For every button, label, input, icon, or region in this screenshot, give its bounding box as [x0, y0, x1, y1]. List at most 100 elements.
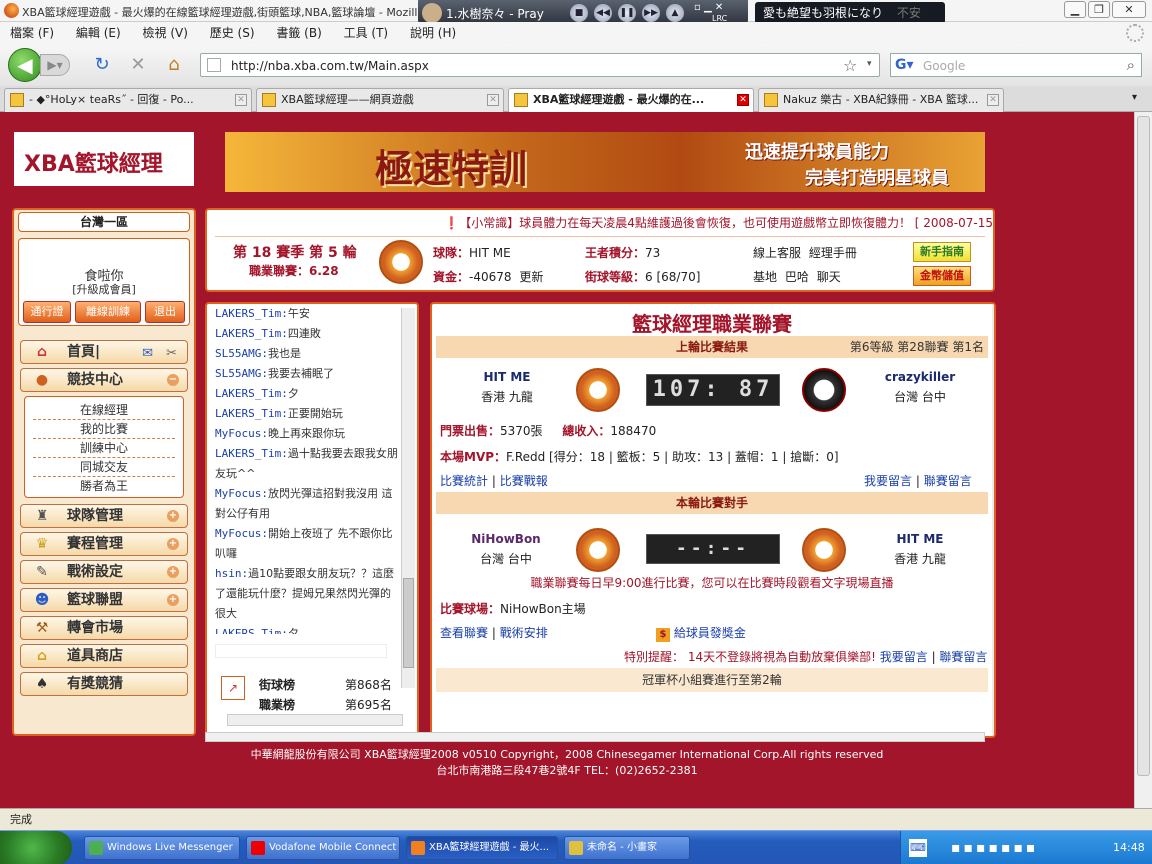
tools-icon[interactable]: ✂	[166, 343, 177, 365]
logout-button[interactable]: 退出	[145, 301, 185, 323]
tab-3-active[interactable]: XBA籃球經理遊戲 - 最火爆的在... ✕	[508, 88, 754, 113]
bookmark-star-icon[interactable]: ☆	[843, 56, 857, 75]
menu-file[interactable]: 檔案 (F)	[10, 22, 54, 44]
menu-help[interactable]: 說明 (H)	[410, 22, 456, 44]
menu-item-shop[interactable]: ⌂ 道具商店	[20, 644, 188, 668]
minimize-button[interactable]: ▁	[1064, 1, 1086, 18]
player-window-controls[interactable]: ▫ ▁ ✕	[694, 2, 723, 13]
menu-arena[interactable]: ● 競技中心 −	[20, 368, 188, 392]
chat-user[interactable]: LAKERS_Tim:	[215, 447, 288, 460]
pause-button[interactable]: ❚❚	[618, 4, 636, 22]
expand-icon[interactable]: +	[167, 510, 179, 522]
close-button[interactable]: ✕	[1112, 1, 1146, 18]
view-league-link[interactable]: 查看聯賽	[440, 626, 488, 640]
upgrade-member-link[interactable]: [升級成會員]	[19, 281, 189, 297]
submenu-my-matches[interactable]: 我的比賽	[33, 420, 175, 439]
taskbar-paint[interactable]: 未命名 - 小畫家	[564, 836, 690, 860]
chat-user[interactable]: MyFocus:	[215, 427, 268, 440]
bonus-link[interactable]: 給球員發獎金	[674, 626, 746, 640]
search-icon[interactable]: ⌕	[1127, 56, 1135, 74]
street-rank-label[interactable]: 街球榜	[259, 676, 295, 693]
submenu-local-friends[interactable]: 同城交友	[33, 458, 175, 477]
page-horizontal-scrollbar[interactable]	[205, 732, 985, 742]
chat-scroll-thumb[interactable]	[403, 578, 414, 668]
mail-icon[interactable]: ✉	[142, 343, 153, 365]
taskbar-vodafone[interactable]: Vodafone Mobile Connect ...	[246, 836, 400, 860]
page-scrollbar[interactable]	[1134, 112, 1152, 808]
warning-leave-message-link[interactable]: 我要留言	[880, 650, 928, 664]
menu-history[interactable]: 歷史 (S)	[210, 22, 255, 44]
chat-scrollbar[interactable]	[401, 308, 415, 688]
tray-icons[interactable]: ▪▪▪▪▪▪▪	[951, 840, 1038, 856]
top-up-button[interactable]: 金幣儲值	[913, 266, 971, 286]
base-link[interactable]: 基地	[753, 270, 777, 284]
menu-view[interactable]: 檢視 (V)	[143, 22, 188, 44]
tab-close-icon[interactable]: ✕	[987, 94, 999, 106]
offline-training-button[interactable]: 離線訓練	[75, 301, 141, 323]
menu-home[interactable]: ⌂ 首頁| ✉ ✂	[20, 340, 188, 364]
menu-bookmarks[interactable]: 書籤 (B)	[276, 22, 321, 44]
taskbar-messenger[interactable]: Windows Live Messenger	[84, 836, 240, 860]
expand-icon[interactable]: +	[167, 594, 179, 606]
reload-icon[interactable]: ↻	[92, 55, 112, 75]
chat-user[interactable]: LAKERS_Tim:	[215, 387, 288, 400]
menu-team-management[interactable]: ♜ 球隊管理 +	[20, 504, 188, 528]
tab-close-icon[interactable]: ✕	[235, 94, 247, 106]
home-team-name[interactable]: HIT ME	[472, 370, 542, 384]
next-away-team-name[interactable]: HIT ME	[880, 532, 960, 546]
chat-user[interactable]: SL55AMG:	[215, 347, 268, 360]
submenu-online-managers[interactable]: 在線經理	[33, 401, 175, 420]
chat-horizontal-scrollbar[interactable]	[227, 714, 403, 726]
maximize-button[interactable]: ❐	[1088, 1, 1110, 18]
collapse-icon[interactable]: −	[167, 374, 179, 386]
menu-prize-quiz[interactable]: ♠ 有獎競猜	[20, 672, 188, 696]
chat-input[interactable]	[215, 644, 387, 658]
newbie-guide-button[interactable]: 新手指南	[913, 242, 971, 262]
address-bar[interactable]: http://nba.xba.com.tw/Main.aspx ☆ ▾	[200, 53, 880, 77]
menu-schedule[interactable]: ♛ 賽程管理 +	[20, 532, 188, 556]
chat-user[interactable]: LAKERS_Tim:	[215, 407, 288, 420]
page-scroll-thumb[interactable]	[1137, 116, 1150, 776]
tab-2[interactable]: XBA籃球經理——網頁遊戲 ✕	[256, 88, 504, 112]
promo-banner[interactable]: 極速特訓 迅速提升球員能力 完美打造明星球員	[225, 132, 985, 192]
tactics-link[interactable]: 戰術安排	[500, 626, 548, 640]
menu-tactics[interactable]: ✎ 戰術設定 +	[20, 560, 188, 584]
league-message-link[interactable]: 聯賽留言	[924, 474, 972, 488]
tab-1[interactable]: - ◆°HoLy× teaRs˝ - 回復 - Po... ✕	[4, 88, 252, 112]
eject-button[interactable]: ▲	[666, 4, 684, 22]
next-button[interactable]: ▶▶	[642, 4, 660, 22]
chat-user[interactable]: MyFocus:	[215, 487, 268, 500]
home-icon[interactable]: ⌂	[164, 55, 184, 75]
site-logo[interactable]: XBA籃球經理	[12, 130, 196, 188]
chat-user[interactable]: LAKERS_Tim:	[215, 327, 288, 340]
stop-icon[interactable]: ✕	[128, 55, 148, 75]
forward-button[interactable]: ▶▾	[40, 54, 70, 76]
chat-user[interactable]: LAKERS_Tim:	[215, 307, 288, 320]
menu-league[interactable]: ☻ 籃球聯盟 +	[20, 588, 188, 612]
passport-button[interactable]: 通行證	[23, 301, 71, 323]
update-link[interactable]: 更新	[519, 270, 543, 284]
bahamut-link[interactable]: 巴哈	[785, 270, 809, 284]
warning-league-message-link[interactable]: 聯賽留言	[939, 650, 987, 664]
online-support-link[interactable]: 線上客服	[753, 246, 801, 260]
google-icon[interactable]: G▾	[895, 57, 914, 73]
match-report-link[interactable]: 比賽戰報	[500, 474, 548, 488]
tab-close-icon[interactable]: ✕	[487, 94, 499, 106]
chat-user[interactable]: SL55AMG:	[215, 367, 268, 380]
start-button[interactable]	[0, 831, 72, 864]
previous-button[interactable]: ◀◀	[594, 4, 612, 22]
submenu-winner[interactable]: 勝者為王	[33, 477, 175, 495]
search-box[interactable]: G▾ Google ⌕	[890, 53, 1142, 77]
chat-link[interactable]: 聊天	[817, 270, 841, 284]
taskbar-firefox[interactable]: XBA籃球經理遊戲 - 最火...	[406, 836, 558, 860]
manual-link[interactable]: 經理手冊	[809, 246, 857, 260]
next-home-team-name[interactable]: NiHowBon	[466, 532, 546, 546]
leave-message-link[interactable]: 我要留言	[864, 474, 912, 488]
menu-edit[interactable]: 編輯 (E)	[76, 22, 121, 44]
back-button[interactable]: ◀	[8, 48, 42, 82]
main-scrollbar[interactable]	[992, 304, 994, 736]
away-team-name[interactable]: crazykiller	[870, 370, 970, 384]
expand-icon[interactable]: +	[167, 566, 179, 578]
pro-rank-label[interactable]: 職業榜	[259, 696, 295, 713]
tab-list-icon[interactable]: ▾	[1132, 92, 1137, 103]
